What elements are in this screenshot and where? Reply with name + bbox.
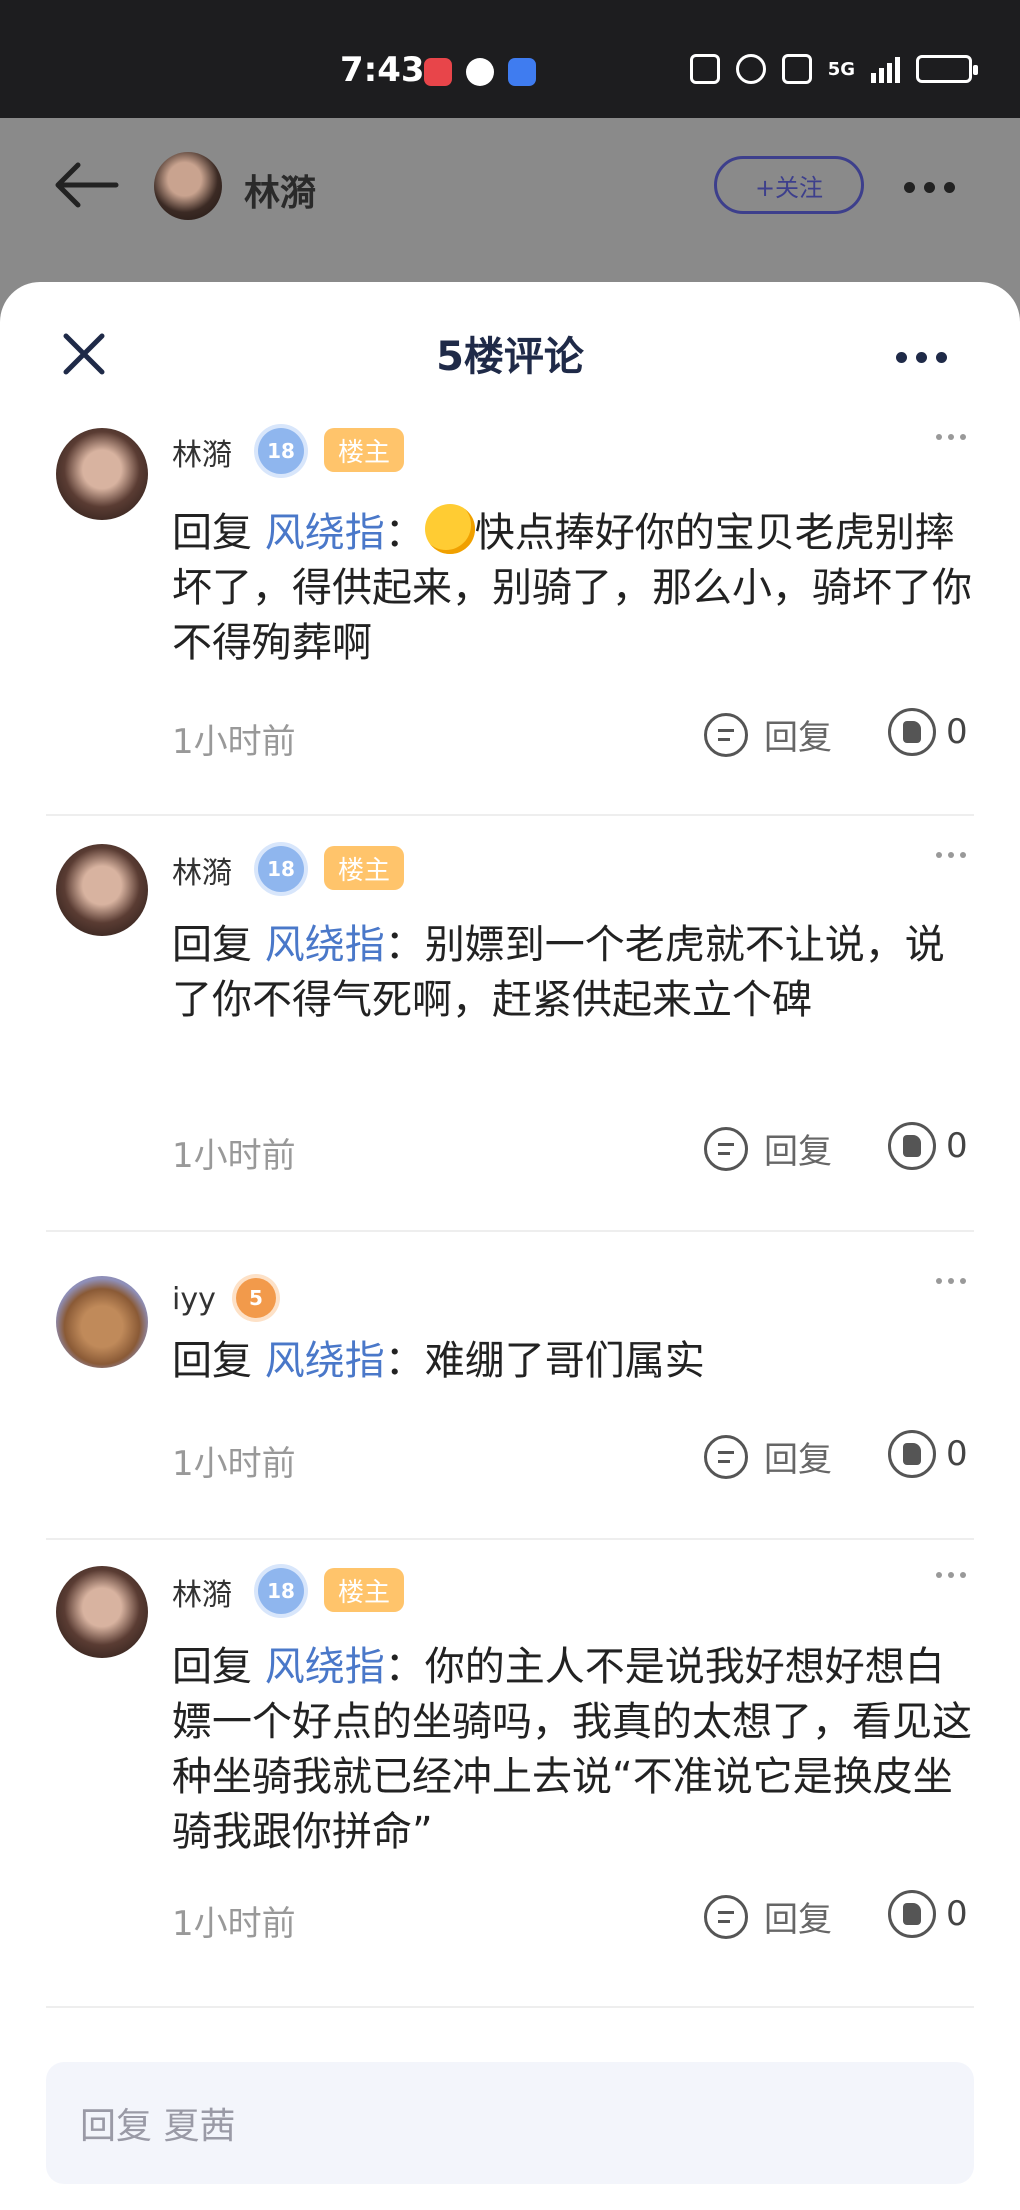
reply-icon bbox=[704, 712, 748, 757]
comment-body[interactable]: 回复 风绕指：你的主人不是说我好想好想白嫖一个好点的坐骑吗，我真的太想了，看见这… bbox=[172, 1640, 972, 1860]
vibrate-icon bbox=[781, 54, 812, 84]
reply-separator: ： bbox=[384, 1338, 425, 1384]
author-name[interactable]: 林漪 bbox=[244, 164, 316, 216]
like-count: 0 bbox=[946, 1126, 968, 1166]
header-more-icon[interactable] bbox=[904, 182, 955, 193]
comment-time: 1小时前 bbox=[172, 1904, 296, 1944]
comment-body[interactable]: 回复 风绕指：难绷了哥们属实 bbox=[172, 1334, 972, 1389]
reply-separator: ： bbox=[384, 510, 425, 556]
comment-sheet: 5楼评论 林漪 18 楼主 回复 风绕指： 快点捧好你的宝贝老虎别摔坏了，得供起来… bbox=[0, 282, 1020, 2210]
sheet-more-icon[interactable] bbox=[896, 352, 947, 363]
comment-more-icon[interactable] bbox=[936, 1572, 966, 1578]
reply-input[interactable]: 回复 夏茜 bbox=[46, 2062, 974, 2184]
like-button[interactable]: 0 bbox=[888, 1430, 968, 1478]
reply-button[interactable]: 回复 bbox=[704, 1432, 832, 1481]
alarm-icon bbox=[735, 54, 766, 84]
nfc-icon bbox=[689, 54, 720, 84]
divider bbox=[46, 2006, 974, 2008]
reply-separator: ： bbox=[384, 922, 425, 968]
reply-label: 回复 bbox=[764, 718, 832, 758]
reply-to-user[interactable]: 风绕指 bbox=[265, 1644, 385, 1690]
comment-time: 1小时前 bbox=[172, 1444, 296, 1484]
thumbs-up-icon bbox=[888, 708, 936, 756]
comment-time: 1小时前 bbox=[172, 1136, 296, 1176]
comment-more-icon[interactable] bbox=[936, 852, 966, 858]
reply-icon bbox=[704, 1126, 748, 1171]
owner-badge: 楼主 bbox=[324, 846, 405, 890]
reply-button[interactable]: 回复 bbox=[704, 1124, 832, 1173]
like-button[interactable]: 0 bbox=[888, 708, 968, 756]
avatar[interactable] bbox=[56, 844, 148, 936]
avatar[interactable] bbox=[56, 428, 148, 520]
status-bar: 7:43 5G bbox=[0, 0, 1020, 118]
reply-label: 回复 bbox=[764, 1440, 832, 1480]
thumbs-up-icon bbox=[888, 1430, 936, 1478]
reply-input-placeholder: 回复 夏茜 bbox=[80, 2106, 236, 2147]
reply-to-user[interactable]: 风绕指 bbox=[265, 510, 385, 556]
back-arrow-icon[interactable] bbox=[50, 160, 120, 210]
thumbs-up-icon bbox=[888, 1122, 936, 1170]
comment-author[interactable]: 林漪 bbox=[172, 848, 232, 892]
reply-to-user[interactable]: 风绕指 bbox=[265, 922, 385, 968]
comment-more-icon[interactable] bbox=[936, 1278, 966, 1284]
reply-label: 回复 bbox=[764, 1132, 832, 1172]
thinking-emoji-icon bbox=[424, 504, 475, 554]
reply-prefix: 回复 bbox=[172, 922, 265, 968]
reply-prefix: 回复 bbox=[172, 1644, 265, 1690]
like-count: 0 bbox=[946, 712, 968, 752]
divider bbox=[46, 814, 974, 816]
reply-separator: ： bbox=[384, 1644, 425, 1690]
like-button[interactable]: 0 bbox=[888, 1890, 968, 1938]
reply-prefix: 回复 bbox=[172, 1338, 265, 1384]
sheet-title: 5楼评论 bbox=[436, 334, 584, 380]
reply-to-user[interactable]: 风绕指 bbox=[265, 1338, 385, 1384]
level-badge: 18 bbox=[258, 846, 304, 892]
status-time: 7:43 bbox=[340, 50, 425, 90]
reply-label: 回复 bbox=[764, 1900, 832, 1940]
like-count: 0 bbox=[946, 1894, 968, 1934]
author-avatar[interactable] bbox=[154, 152, 222, 220]
comment-author[interactable]: 林漪 bbox=[172, 430, 232, 474]
reply-button[interactable]: 回复 bbox=[704, 710, 832, 759]
network-label: 5G bbox=[827, 58, 855, 80]
reply-prefix: 回复 bbox=[172, 510, 265, 556]
like-count: 0 bbox=[946, 1434, 968, 1474]
music-icon bbox=[508, 58, 536, 86]
comment-body[interactable]: 回复 风绕指：别嫖到一个老虎就不让说，说了你不得气死啊，赶紧供起来立个碑 bbox=[172, 918, 972, 1028]
owner-badge: 楼主 bbox=[324, 428, 405, 472]
level-badge: 5 bbox=[236, 1278, 276, 1318]
owner-badge: 楼主 bbox=[324, 1568, 405, 1612]
comment-time: 1小时前 bbox=[172, 722, 296, 762]
level-badge: 18 bbox=[258, 428, 304, 474]
reply-icon bbox=[704, 1434, 748, 1479]
avatar[interactable] bbox=[56, 1566, 148, 1658]
comment-body[interactable]: 回复 风绕指： 快点捧好你的宝贝老虎别摔坏了，得供起来，别骑了，那么小，骑坏了你不… bbox=[172, 504, 972, 671]
wechat-icon bbox=[466, 58, 494, 86]
battery-icon bbox=[916, 55, 978, 83]
comment-author[interactable]: iyy bbox=[172, 1282, 216, 1317]
level-badge: 18 bbox=[258, 1568, 304, 1614]
follow-button[interactable]: +关注 bbox=[714, 156, 864, 214]
divider bbox=[46, 1230, 974, 1232]
reply-button[interactable]: 回复 bbox=[704, 1892, 832, 1941]
thumbs-up-icon bbox=[888, 1890, 936, 1938]
like-button[interactable]: 0 bbox=[888, 1122, 968, 1170]
reply-icon bbox=[704, 1894, 748, 1939]
avatar[interactable] bbox=[56, 1276, 148, 1368]
status-indicators: 5G bbox=[689, 54, 978, 84]
divider bbox=[46, 1538, 974, 1540]
comment-text: 难绷了哥们属实 bbox=[424, 1338, 705, 1384]
comment-more-icon[interactable] bbox=[936, 434, 966, 440]
signal-icon bbox=[871, 55, 900, 83]
comment-author[interactable]: 林漪 bbox=[172, 1570, 232, 1614]
app-notification-icon bbox=[424, 58, 452, 86]
